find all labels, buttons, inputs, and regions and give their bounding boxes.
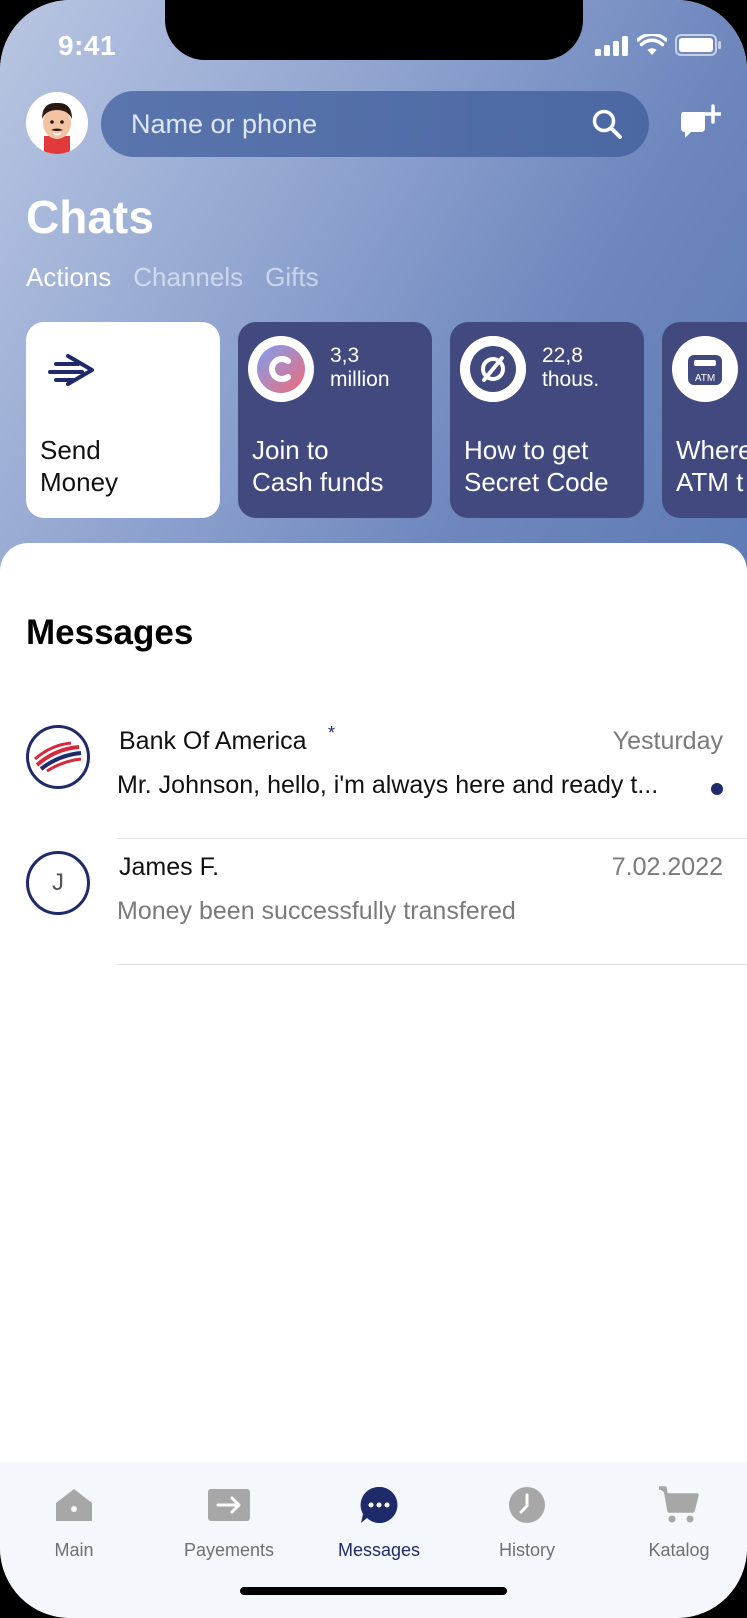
status-time: 9:41 (58, 30, 117, 61)
search-icon[interactable] (591, 108, 623, 140)
tab-gifts[interactable]: Gifts (265, 262, 318, 293)
tabbar-main[interactable]: Main (14, 1482, 134, 1561)
tabbar-label: Main (54, 1540, 94, 1560)
card-atm[interactable]: ATM Where ATM t (662, 322, 747, 518)
tabbar-label: History (498, 1540, 555, 1560)
hidden-eye-icon (460, 336, 526, 402)
unread-indicator (711, 783, 723, 795)
card-count-value: 22,8 (542, 344, 583, 367)
phone-screen: 9:41 Name or phone Chats Actions Channel… (0, 0, 747, 1618)
chat-date: Yesturday (612, 727, 723, 755)
status-icons (595, 34, 721, 56)
wifi-icon (637, 34, 667, 55)
card-count-unit: thous. (542, 368, 600, 391)
transfer-arrow-icon (208, 1489, 250, 1521)
card-label-line: Send (40, 435, 101, 465)
card-count-value: 3,3 (330, 344, 360, 367)
atm-icon: ATM (688, 355, 722, 385)
tab-channels[interactable]: Channels (133, 262, 243, 293)
chat-name: Bank Of America (119, 727, 307, 755)
cart-icon (659, 1486, 699, 1523)
clock-icon (509, 1487, 545, 1523)
chat-row-bank-of-america[interactable]: Bank Of America * Yesturday Mr. Johnson,… (0, 713, 747, 839)
card-count: 3,3 million (330, 344, 390, 392)
card-label: Where ATM t (676, 434, 747, 498)
chat-tabs: Actions Channels Gifts (26, 262, 319, 293)
home-icon (56, 1489, 92, 1521)
bank-of-america-logo (26, 725, 90, 789)
battery-icon (675, 34, 721, 56)
card-label-line: Join to (252, 435, 329, 465)
search-placeholder: Name or phone (131, 108, 318, 139)
card-count-unit: million (330, 368, 390, 391)
verified-badge-icon: * (328, 723, 336, 743)
action-cards: Send Money 3,3 million Join to Cash fund… (26, 322, 747, 518)
tabbar-messages[interactable]: Messages (319, 1482, 439, 1561)
card-label: How to get Secret Code (464, 434, 609, 498)
card-secret-code[interactable]: 22,8 thous. How to get Secret Code (450, 322, 644, 518)
search-bar[interactable]: Name or phone (101, 91, 649, 157)
atm-icon-text: ATM (695, 373, 715, 384)
messages-sheet: Messages Bank Of America * Yesturday Mr.… (0, 543, 747, 1463)
chat-date: 7.02.2022 (611, 853, 723, 881)
tabbar-history[interactable]: History (467, 1482, 587, 1561)
card-cash-funds[interactable]: 3,3 million Join to Cash funds (238, 322, 432, 518)
card-label-line: ATM t (676, 467, 744, 497)
send-arrow-icon (48, 354, 94, 386)
page-title: Chats (26, 191, 154, 243)
cellular-signal-icon (595, 36, 628, 56)
chat-row-james-f[interactable]: J James F. 7.02.2022 Money been successf… (0, 839, 747, 965)
tabbar-label: Katalog (648, 1540, 710, 1560)
home-indicator[interactable] (240, 1587, 507, 1595)
tabbar-label: Messages (337, 1540, 421, 1560)
card-icon-circle (460, 336, 526, 402)
chat-preview: Money been successfully transfered (117, 897, 516, 925)
card-label-line: Where (676, 435, 747, 465)
row-divider (117, 964, 747, 965)
chat-preview: Mr. Johnson, hello, i'm always here and … (117, 771, 659, 799)
messages-heading: Messages (26, 613, 194, 652)
user-avatar-illustration (26, 92, 88, 154)
tabbar-katalog[interactable]: Katalog (619, 1482, 739, 1561)
tabbar-label: Payements (183, 1540, 275, 1560)
card-send-money[interactable]: Send Money (26, 322, 220, 518)
card-label-line: How to get (464, 435, 589, 465)
contact-initial-avatar: J (26, 851, 90, 915)
bank-flag-icon (34, 741, 82, 773)
card-label-line: Cash funds (252, 467, 384, 497)
card-icon-circle: ATM (672, 336, 738, 402)
card-label-line: Money (40, 467, 119, 497)
chat-name: James F. (119, 853, 220, 881)
card-label-line: Secret Code (464, 467, 609, 497)
tab-actions[interactable]: Actions (26, 262, 111, 293)
card-label: Join to Cash funds (252, 434, 384, 498)
cash-c-logo-icon (257, 345, 305, 393)
new-chat-icon[interactable] (679, 104, 721, 142)
chats-header: 9:41 Name or phone Chats Actions Channel… (0, 0, 747, 570)
card-label: Send Money (40, 434, 118, 498)
tabbar-payments[interactable]: Payements (169, 1482, 289, 1561)
device-notch (165, 0, 583, 60)
chat-bubble-icon (360, 1486, 398, 1523)
card-icon-circle (248, 336, 314, 402)
user-avatar[interactable] (26, 92, 88, 154)
card-count: 22,8 thous. (542, 344, 599, 392)
